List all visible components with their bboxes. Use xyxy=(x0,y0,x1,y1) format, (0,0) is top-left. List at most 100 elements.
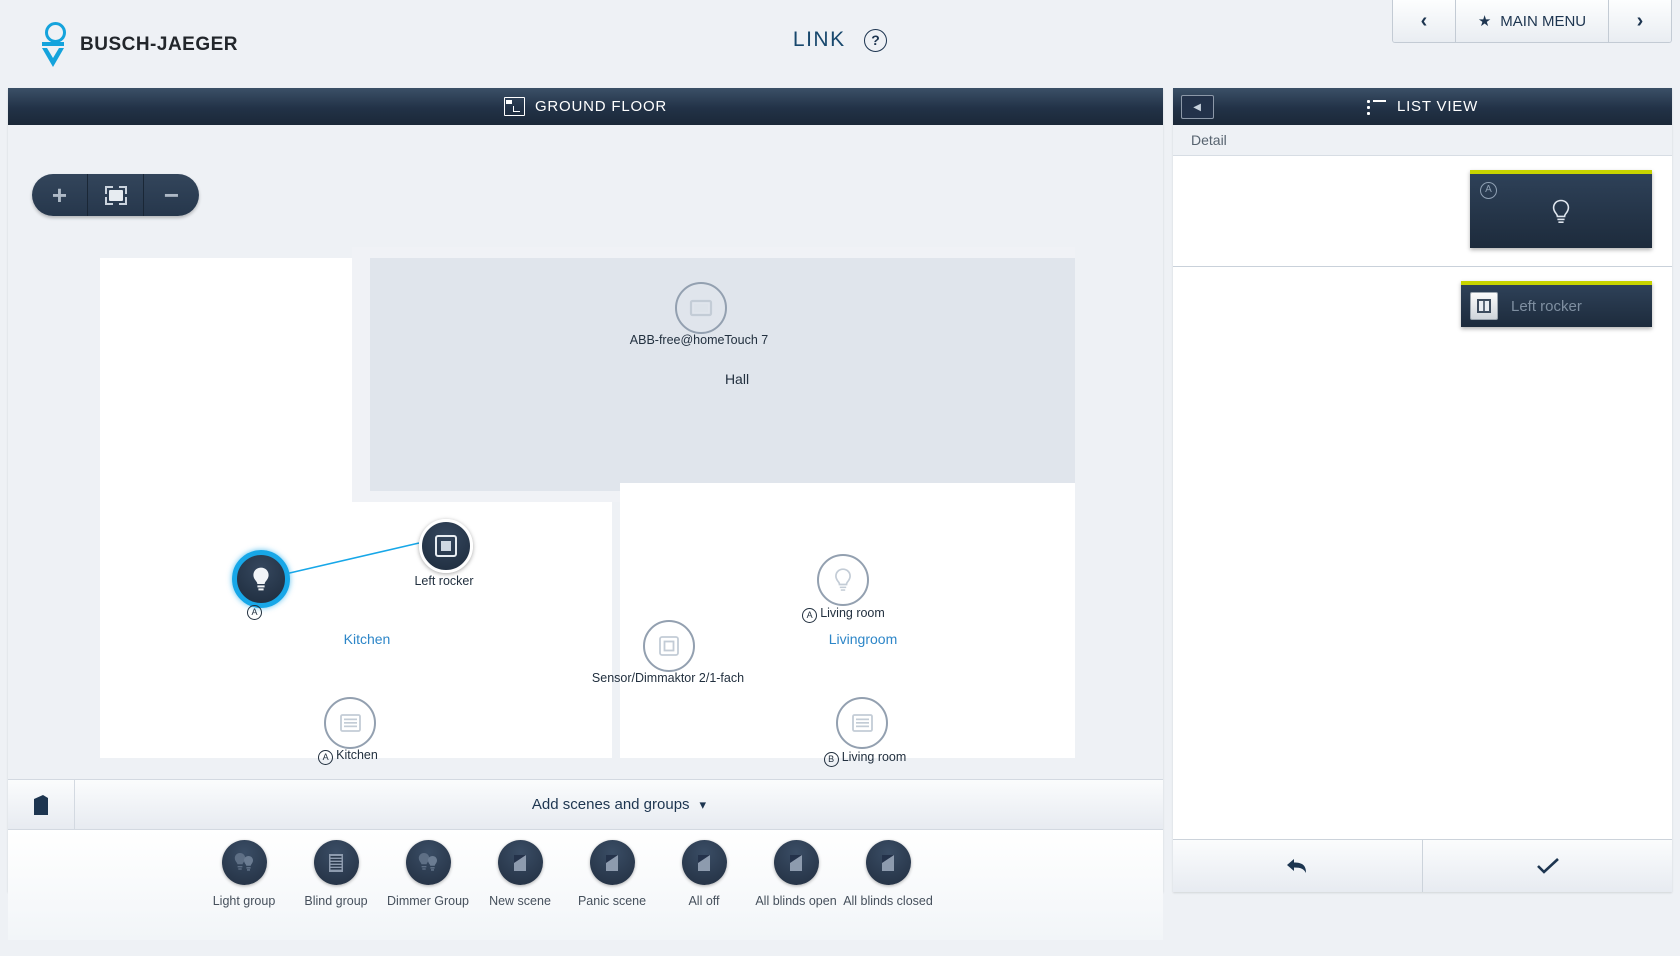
device-node-blind-kitchen[interactable] xyxy=(324,697,376,749)
tray-label-blind-group: Blind group xyxy=(304,894,368,908)
device-label-text-light-living: Living room xyxy=(820,606,885,620)
rocker-switch-icon xyxy=(1470,292,1498,320)
brand-logo: BUSCH-JAEGER xyxy=(40,22,238,68)
chevron-right-icon: › xyxy=(1636,9,1644,32)
device-label-left-rocker: Left rocker xyxy=(414,574,474,588)
tray-label-panic-scene: Panic scene xyxy=(577,894,647,908)
tray-label-all-blinds-open: All blinds open xyxy=(755,894,837,908)
fit-to-screen-icon xyxy=(104,185,127,205)
blind-actuator-icon xyxy=(339,714,361,732)
device-node-dimmer[interactable] xyxy=(643,620,695,672)
tray-item-dimmer-group[interactable]: Dimmer Group xyxy=(387,840,469,908)
blind-group-icon xyxy=(313,840,359,885)
panel-display-icon xyxy=(689,299,713,317)
device-badge-a-blind: A xyxy=(318,750,334,765)
blind-actuator-icon xyxy=(851,714,873,732)
device-label-touch7: ABB-free@homeTouch 7 xyxy=(629,333,769,347)
scene-curtain-icon xyxy=(790,854,802,871)
tray-item-blind-group[interactable]: Blind group xyxy=(304,840,368,908)
help-icon[interactable]: ? xyxy=(864,28,888,52)
chevron-left-icon: ‹ xyxy=(1420,9,1428,32)
device-node-left-rocker[interactable] xyxy=(419,519,473,573)
back-button[interactable] xyxy=(1173,840,1423,892)
lightbulb-icon xyxy=(835,567,851,591)
tray-item-all-blinds-closed[interactable]: All blinds closed xyxy=(843,840,933,908)
list-view-panel: ◀ LIST VIEW Detail A Left rocker xyxy=(1173,88,1672,892)
blinds-icon xyxy=(329,853,343,872)
lightbulb-icon xyxy=(1470,198,1652,228)
plus-icon: + xyxy=(51,180,68,210)
add-scenes-label: Add scenes and groups xyxy=(531,796,690,813)
zoom-out-button[interactable]: − xyxy=(144,174,199,216)
nav-next-button[interactable]: › xyxy=(1609,0,1671,42)
list-view-title: LIST VIEW xyxy=(1396,98,1479,115)
device-node-blind-living[interactable] xyxy=(836,697,888,749)
scene-icon xyxy=(497,840,543,885)
confirm-button[interactable] xyxy=(1423,840,1672,892)
list-view-footer xyxy=(1173,839,1672,892)
detail-section-rocker: Left rocker xyxy=(1173,267,1672,345)
nav-prev-button[interactable]: ‹ xyxy=(1393,0,1455,42)
device-label-dimmer: Sensor/Dimmaktor 2/1-fach xyxy=(591,671,745,685)
busch-jaeger-mark-icon xyxy=(40,22,68,68)
house-icon xyxy=(34,794,48,815)
scene-curtain-icon xyxy=(882,854,894,871)
tray-label-all-off: All off xyxy=(688,894,720,908)
floorplan-panel: GROUND FLOOR ABB-free@homeTouch 7 Hall A… xyxy=(8,88,1163,940)
checkmark-icon xyxy=(1536,858,1559,874)
list-view-header: ◀ LIST VIEW xyxy=(1173,88,1672,125)
floorplan-title: GROUND FLOOR xyxy=(534,98,668,115)
dimmer-actuator-icon xyxy=(659,636,679,656)
scene-curtain-icon xyxy=(606,854,618,871)
minus-icon: − xyxy=(163,180,180,210)
device-label-blind-kitchen: A Kitchen xyxy=(288,748,408,765)
collapse-left-icon[interactable]: ◀ xyxy=(1181,95,1214,119)
device-label-blind-living: B Living room xyxy=(795,750,935,767)
home-button[interactable] xyxy=(8,780,75,829)
device-node-light-living[interactable] xyxy=(817,554,869,606)
device-badge-b-blind: B xyxy=(823,752,839,767)
device-node-touch7[interactable] xyxy=(675,282,727,334)
dimmer-group-icon xyxy=(405,840,451,885)
page-title: LINK xyxy=(792,28,846,51)
tray-label-new-scene: New scene xyxy=(489,894,551,908)
scene-curtain-icon xyxy=(514,854,526,871)
device-label-light-living: A Living room xyxy=(771,606,916,623)
detail-bar: Detail xyxy=(1173,125,1672,156)
add-scenes-and-groups-button[interactable]: Add scenes and groups ▾ xyxy=(75,780,1163,829)
device-label-text-blind-kitchen: Kitchen xyxy=(336,748,378,762)
zoom-in-button[interactable]: + xyxy=(32,174,88,216)
main-menu-button[interactable]: ★ MAIN MENU xyxy=(1455,0,1609,42)
main-menu-label: MAIN MENU xyxy=(1500,12,1587,30)
scene-icon xyxy=(773,840,819,885)
detail-card-badge-a: A xyxy=(1480,182,1497,199)
room-label-hall: Hall xyxy=(724,371,750,387)
tray-item-new-scene[interactable]: New scene xyxy=(489,840,551,908)
add-scenes-bar: Add scenes and groups ▾ xyxy=(8,779,1163,830)
device-label-text-blind-living: Living room xyxy=(841,750,907,764)
device-badge-a-living: A xyxy=(802,608,818,623)
scene-icon xyxy=(589,840,635,885)
tray-item-all-off[interactable]: All off xyxy=(674,840,734,908)
scene-tray: Light group Blind group Dimmer Group New… xyxy=(8,830,1163,940)
zoom-controls: + − xyxy=(32,174,199,216)
tray-item-panic-scene[interactable]: Panic scene xyxy=(578,840,646,908)
tray-label-light-group: Light group xyxy=(212,894,276,908)
room-kitchen-upper[interactable] xyxy=(100,258,352,502)
tray-item-all-blinds-open[interactable]: All blinds open xyxy=(755,840,837,908)
detail-card-rocker[interactable]: Left rocker xyxy=(1461,281,1652,327)
floorplan-icon xyxy=(503,97,525,116)
detail-card-light[interactable]: A xyxy=(1470,170,1652,248)
tray-label-dimmer-group: Dimmer Group xyxy=(387,894,469,908)
floorplan-canvas[interactable]: ABB-free@homeTouch 7 Hall A Left rocker … xyxy=(8,125,1163,779)
zoom-fit-button[interactable] xyxy=(88,174,144,216)
tray-label-all-blinds-closed: All blinds closed xyxy=(843,894,933,908)
device-node-light-a[interactable] xyxy=(232,550,290,608)
main-menu-bar: ‹ ★ MAIN MENU › xyxy=(1392,0,1672,43)
two-bulbs-icon xyxy=(418,852,437,871)
tray-item-light-group[interactable]: Light group xyxy=(212,840,276,908)
scene-icon xyxy=(681,840,727,885)
list-icon xyxy=(1366,99,1386,115)
light-group-icon xyxy=(221,840,267,885)
undo-arrow-icon xyxy=(1286,859,1306,873)
